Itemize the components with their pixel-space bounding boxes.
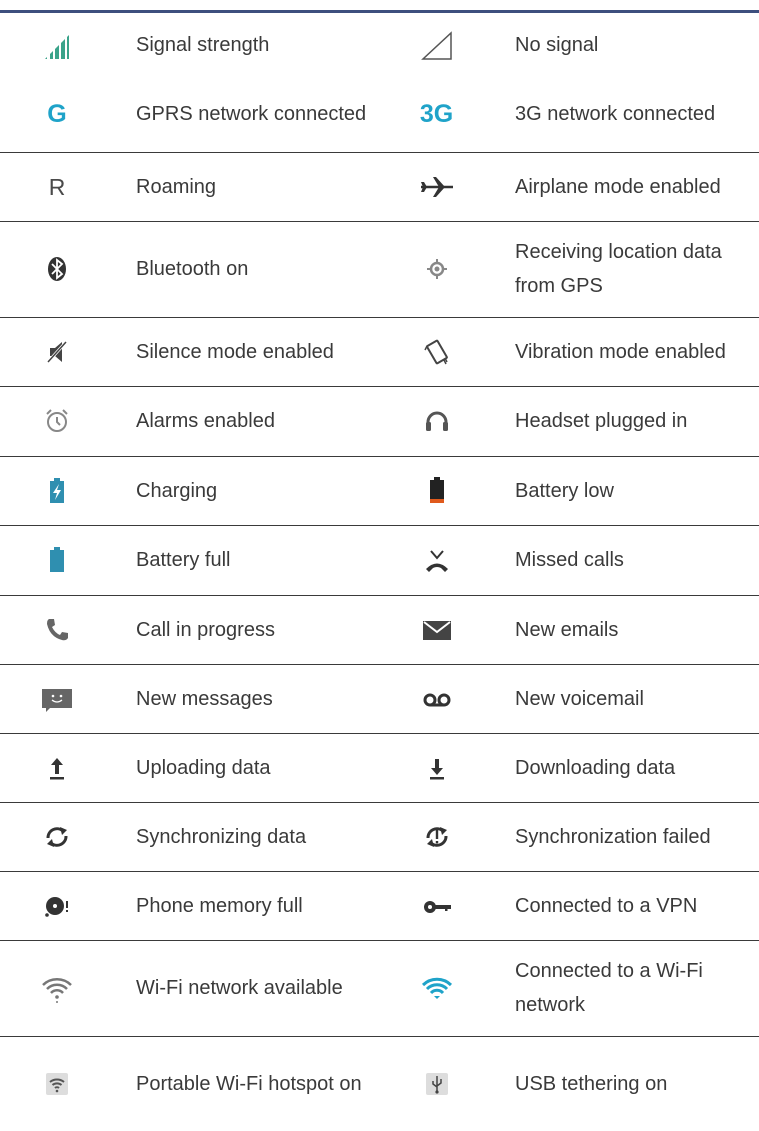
sync-icon bbox=[37, 817, 77, 857]
cell-label: Alarms enabled bbox=[114, 386, 380, 457]
table-row: Silence mode enabled Vibration mode enab… bbox=[0, 317, 759, 387]
wifi-available-icon bbox=[37, 968, 77, 1008]
cell-label: Battery full bbox=[114, 525, 380, 596]
call-icon bbox=[37, 610, 77, 650]
table-row: Charging Battery low bbox=[0, 456, 759, 526]
charging-icon bbox=[37, 471, 77, 511]
upload-icon bbox=[37, 748, 77, 788]
signal-strength-icon bbox=[37, 25, 77, 65]
table-row: Alarms enabled Headset plugged in bbox=[0, 386, 759, 457]
cell-label: Downloading data bbox=[493, 733, 759, 803]
cell-label: Bluetooth on bbox=[114, 221, 380, 318]
table-row: New messages New voicemail bbox=[0, 664, 759, 734]
table-row: Portable Wi-Fi hotspot on USB tethering … bbox=[0, 1036, 759, 1131]
3g-icon: 3G bbox=[419, 99, 454, 128]
vibration-icon bbox=[417, 332, 457, 372]
cell-label: Vibration mode enabled bbox=[493, 317, 759, 387]
table-row: R Roaming Airplane mode enabled bbox=[0, 152, 759, 222]
table-row: Bluetooth on Receiving location data fro… bbox=[0, 221, 759, 318]
gps-icon bbox=[417, 249, 457, 289]
battery-low-icon bbox=[417, 471, 457, 511]
wifi-connected-icon bbox=[417, 968, 457, 1008]
headset-icon bbox=[417, 401, 457, 441]
table-row: Battery full Missed calls bbox=[0, 525, 759, 596]
table-row: Call in progress New emails bbox=[0, 595, 759, 665]
voicemail-icon bbox=[417, 679, 457, 719]
table-row: Synchronizing data Synchronization faile… bbox=[0, 802, 759, 872]
cell-label: Portable Wi-Fi hotspot on bbox=[136, 1072, 362, 1095]
cell-label: Roaming bbox=[114, 152, 380, 222]
airplane-icon bbox=[417, 167, 457, 207]
download-icon bbox=[417, 748, 457, 788]
cell-label: Uploading data bbox=[114, 733, 380, 803]
cell-label: Wi-Fi network available bbox=[114, 940, 380, 1037]
cell-label: Charging bbox=[114, 456, 380, 526]
cell-label: Connected to a Wi-Fi network bbox=[493, 940, 759, 1037]
table-row: Wi-Fi network available Connected to a W… bbox=[0, 940, 759, 1037]
cell-label: Receiving location data from GPS bbox=[493, 221, 759, 318]
cell-label: Missed calls bbox=[493, 525, 759, 596]
cell-label: Call in progress bbox=[114, 595, 380, 665]
table-row: Signal strength No signal bbox=[0, 13, 759, 76]
alarm-icon bbox=[37, 401, 77, 441]
cell-label: Signal strength bbox=[136, 33, 270, 56]
roaming-icon: R bbox=[48, 173, 66, 200]
table-row: Uploading data Downloading data bbox=[0, 733, 759, 803]
memory-full-icon bbox=[37, 886, 77, 926]
cell-label: Headset plugged in bbox=[493, 386, 759, 457]
cell-label: 3G network connected bbox=[493, 76, 759, 153]
usb-tethering-icon bbox=[417, 1064, 457, 1104]
email-icon bbox=[417, 610, 457, 650]
cell-label: Battery low bbox=[493, 456, 759, 526]
cell-label: Silence mode enabled bbox=[114, 317, 380, 387]
missed-calls-icon bbox=[417, 540, 457, 580]
vpn-key-icon bbox=[417, 886, 457, 926]
cell-label: New voicemail bbox=[493, 664, 759, 734]
silence-icon bbox=[37, 332, 77, 372]
cell-label: Phone memory full bbox=[114, 871, 380, 941]
message-icon bbox=[37, 679, 77, 719]
status-icons-table: Signal strength No signal G GPRS network… bbox=[0, 13, 759, 1131]
cell-label: New emails bbox=[493, 595, 759, 665]
cell-label: Connected to a VPN bbox=[493, 871, 759, 941]
cell-label: New messages bbox=[114, 664, 380, 734]
table-row: G GPRS network connected 3G 3G network c… bbox=[0, 76, 759, 153]
table-row: Phone memory full Connected to a VPN bbox=[0, 871, 759, 941]
cell-label: Synchronization failed bbox=[493, 802, 759, 872]
bluetooth-icon bbox=[37, 249, 77, 289]
cell-label: USB tethering on bbox=[515, 1072, 668, 1095]
cell-label: GPRS network connected bbox=[114, 76, 380, 153]
gprs-icon: G bbox=[47, 99, 67, 128]
sync-failed-icon bbox=[417, 817, 457, 857]
cell-label: No signal bbox=[515, 33, 599, 56]
hotspot-icon bbox=[37, 1064, 77, 1104]
no-signal-icon bbox=[417, 25, 457, 65]
cell-label: Synchronizing data bbox=[114, 802, 380, 872]
cell-label: Airplane mode enabled bbox=[493, 152, 759, 222]
battery-full-icon bbox=[37, 540, 77, 580]
